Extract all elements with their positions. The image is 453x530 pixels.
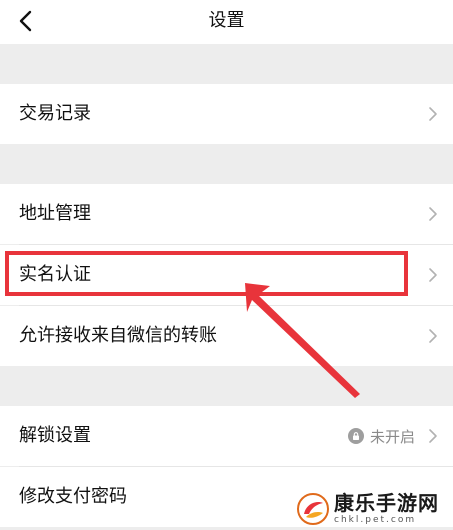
chevron-right-icon — [429, 329, 437, 343]
lock-icon — [347, 428, 364, 444]
row-label: 解锁设置 — [19, 425, 91, 446]
row-transaction-records[interactable]: 交易记录 — [0, 84, 453, 144]
status-text: 未开启 — [369, 427, 415, 446]
row-unlock-settings[interactable]: 解锁设置 未开启 — [0, 406, 453, 466]
unlock-status: 未开启 — [347, 406, 415, 466]
page-title: 设置 — [208, 10, 245, 31]
watermark-title: 康乐手游网 — [334, 491, 439, 515]
chevron-right-icon — [429, 107, 437, 121]
chevron-right-icon — [429, 268, 437, 282]
row-label: 修改支付密码 — [19, 486, 127, 507]
header-bar: 设置 — [0, 0, 453, 44]
watermark: 康乐手游网 chkl.pet.com — [296, 488, 453, 530]
watermark-url: chkl.pet.com — [334, 515, 417, 525]
row-label: 交易记录 — [19, 103, 91, 124]
chevron-right-icon — [429, 429, 437, 443]
annotation-highlight-box — [5, 251, 408, 296]
chevron-right-icon — [429, 207, 437, 221]
row-address-management[interactable]: 地址管理 — [0, 184, 453, 244]
row-allow-wechat-transfer[interactable]: 允许接收来自微信的转账 — [0, 306, 453, 366]
row-label: 地址管理 — [19, 203, 91, 224]
row-label: 允许接收来自微信的转账 — [19, 325, 217, 346]
watermark-logo-icon — [297, 493, 329, 525]
